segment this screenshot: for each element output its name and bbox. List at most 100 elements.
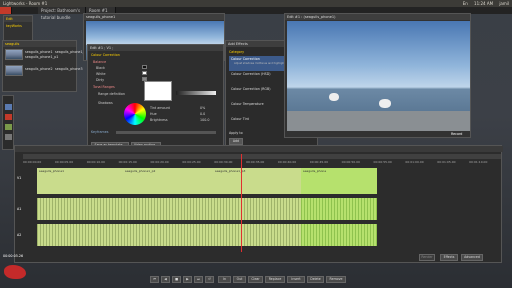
effect-item-name[interactable]: Colour Correction (HSD) bbox=[231, 72, 271, 76]
lightworks-logo bbox=[4, 265, 26, 279]
balance-row: White bbox=[96, 72, 106, 76]
bin-panel: seagulls seagulls_phone1 seagulls_phone1… bbox=[2, 40, 86, 92]
tray-user[interactable]: jamil bbox=[499, 1, 509, 6]
source-title: seagulls_phone1 bbox=[84, 14, 224, 20]
delete-button[interactable]: Delete bbox=[307, 276, 324, 283]
balance-row: Black bbox=[96, 66, 105, 70]
timeline-ruler[interactable]: 00:00:00.00 00:00:05.00 00:00:10.00 00:00:1… bbox=[23, 160, 501, 166]
hue-label: Hue bbox=[150, 112, 157, 116]
app-title: Lightworks - Room #1 bbox=[3, 1, 48, 6]
tray-lang[interactable]: En bbox=[463, 1, 468, 6]
ruler-timecode: 00:01:00.00 bbox=[405, 160, 424, 164]
ruler-timecode: 00:00:15.00 bbox=[118, 160, 137, 164]
ruler-timecode: 00:00:20.00 bbox=[150, 160, 169, 164]
clip-thumb-2[interactable] bbox=[5, 65, 23, 76]
track-label[interactable]: A2 bbox=[17, 233, 21, 237]
record-viewer: Edit #1 : (seagulls_phone1) Record bbox=[284, 13, 471, 138]
balance-row: Dirty bbox=[96, 78, 105, 82]
effect-item-name[interactable]: Colour Tint bbox=[231, 117, 249, 121]
play-icon[interactable]: ▶ bbox=[183, 276, 192, 283]
advanced-button[interactable]: Advanced bbox=[461, 254, 483, 261]
mark-in-button[interactable]: In bbox=[218, 276, 231, 283]
record-icon[interactable] bbox=[5, 114, 12, 120]
section-balance[interactable]: Balance bbox=[93, 60, 106, 64]
play-back-icon[interactable]: ◀ bbox=[161, 276, 170, 283]
brightness-label: Brightness bbox=[150, 118, 168, 122]
timeline-panel: 00:00:00.00 00:00:05.00 00:00:10.00 00:00:1… bbox=[14, 145, 503, 263]
ruler-timecode: 00:00:25.00 bbox=[182, 160, 201, 164]
stop-icon[interactable]: ■ bbox=[172, 276, 181, 283]
mark-out-button[interactable]: Out bbox=[233, 276, 246, 283]
clip-name: seagulls_phone1_p2 bbox=[125, 169, 156, 173]
skip-forward-icon[interactable]: ⏭ bbox=[194, 276, 203, 283]
record-title: Edit #1 : (seagulls_phone1) bbox=[285, 14, 470, 20]
effect-item-name[interactable]: Colour Correction bbox=[231, 57, 260, 61]
ruler-timecode: 00:01:10.00 bbox=[469, 160, 488, 164]
bin-item[interactable]: seagulls_phone3 bbox=[55, 67, 83, 71]
add-button[interactable]: Add bbox=[229, 138, 243, 145]
ruler-timecode: 00:00:50.00 bbox=[341, 160, 360, 164]
clip-name: seagulls_phone1 bbox=[39, 169, 65, 173]
black-swatch[interactable] bbox=[142, 65, 147, 69]
effects-icon[interactable] bbox=[5, 124, 12, 130]
bin-item[interactable]: seagulls_phone1_p1 bbox=[25, 55, 58, 59]
keyword-label[interactable]: keyWorks bbox=[6, 24, 22, 28]
insert-button[interactable]: Insert bbox=[287, 276, 305, 283]
tray-clock[interactable]: 11:24 AM bbox=[474, 1, 493, 6]
brightness-value[interactable]: 100.0 bbox=[200, 118, 209, 122]
bin-title: seagulls bbox=[3, 41, 76, 47]
ruler-timecode: 00:00:30.00 bbox=[214, 160, 233, 164]
system-tray: En 11:24 AM jamil bbox=[458, 0, 509, 7]
effect-panel-title: Edit #1 ; V1 ; bbox=[88, 45, 223, 51]
apply-label: Apply to bbox=[229, 131, 243, 135]
ruler-timecode: 00:00:45.00 bbox=[309, 160, 329, 164]
playhead[interactable] bbox=[241, 154, 242, 252]
effects-button[interactable]: Effects bbox=[440, 254, 458, 261]
rocks bbox=[287, 111, 470, 131]
ruler-timecode: 00:01:05.00 bbox=[437, 160, 456, 164]
category-label: Category bbox=[229, 50, 245, 54]
tools-strip bbox=[2, 95, 14, 150]
ruler-timecode: 00:00:40.00 bbox=[277, 160, 297, 164]
range-gradient[interactable] bbox=[176, 91, 216, 95]
tab-project[interactable]: Project: Bathroom's tutorial bundle bbox=[38, 7, 86, 20]
effect-item-name[interactable]: Colour Correction (RGB) bbox=[231, 87, 271, 91]
gear-icon[interactable] bbox=[5, 134, 12, 140]
track-label[interactable]: A1 bbox=[17, 207, 21, 211]
audio-clip-selected[interactable] bbox=[301, 224, 377, 246]
shadows-label: Shadows bbox=[98, 101, 113, 105]
close-app-button[interactable] bbox=[0, 7, 12, 14]
hue-value[interactable]: 0.0 bbox=[200, 112, 205, 116]
skip-back-icon[interactable]: ⏮ bbox=[150, 276, 159, 283]
effect-item-name[interactable]: Colour Temperature bbox=[231, 102, 264, 106]
clear-button[interactable]: Clear bbox=[248, 276, 263, 283]
colour-wheel[interactable] bbox=[124, 103, 146, 125]
loop-icon[interactable]: ↺ bbox=[205, 276, 214, 283]
ruler-timecode: 00:00:05.00 bbox=[54, 160, 74, 164]
bin-item[interactable]: seagulls_phone1 bbox=[25, 50, 53, 54]
track-label[interactable]: V1 bbox=[17, 176, 21, 180]
keyframes-label[interactable]: Keyframes bbox=[91, 130, 108, 134]
bin-item[interactable]: seagulls_phone1_p bbox=[55, 50, 86, 54]
audio-clip-selected[interactable] bbox=[301, 198, 377, 220]
record-video-frame[interactable] bbox=[287, 21, 470, 131]
transport-bar: ⏮ ◀ ■ ▶ ⏭ ↺ In Out Clear Replace Insert … bbox=[150, 276, 360, 285]
ruler-timecode: 00:00:00.00 bbox=[23, 160, 42, 164]
white-swatch[interactable] bbox=[142, 71, 147, 75]
bin-item[interactable]: seagulls_phone2 bbox=[25, 67, 53, 71]
clip-thumb-1[interactable] bbox=[5, 49, 23, 60]
keyframe-bar[interactable] bbox=[116, 131, 216, 134]
rooms-label: Edit bbox=[4, 16, 32, 22]
clip-name: seagulls_phone bbox=[303, 169, 327, 173]
timeline-scrollbar[interactable] bbox=[23, 154, 501, 159]
render-button[interactable]: Render bbox=[419, 254, 435, 261]
tint-amount-value[interactable]: 0% bbox=[200, 106, 205, 110]
effect-panel: Edit #1 ; V1 ; Colour Correction Balance… bbox=[87, 44, 224, 149]
remove-button[interactable]: Remove bbox=[326, 276, 346, 283]
ruler-timecode: 00:00:35.00 bbox=[246, 160, 265, 164]
bin-icon[interactable] bbox=[5, 104, 12, 110]
effect-name[interactable]: Colour Correction bbox=[91, 53, 120, 57]
replace-button[interactable]: Replace bbox=[265, 276, 285, 283]
section-curves[interactable]: Tonal Ranges bbox=[93, 85, 115, 89]
colour-preview bbox=[144, 81, 172, 101]
